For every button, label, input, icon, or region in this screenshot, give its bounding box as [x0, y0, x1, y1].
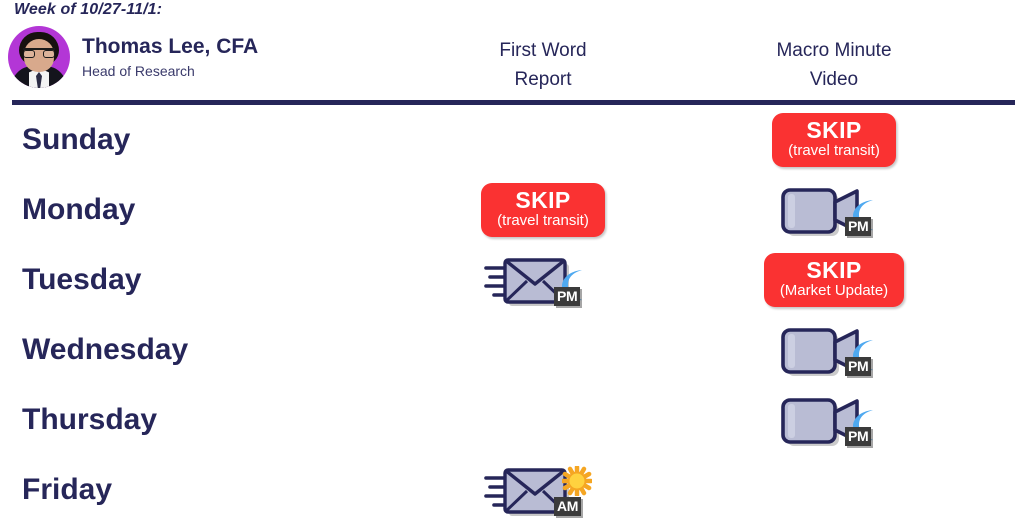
cell-first-word-wednesday: [437, 315, 649, 385]
table-row: Monday SKIP (travel transit) PM: [0, 175, 1024, 245]
avatar-glasses-icon: [23, 48, 55, 58]
table-row: Sunday SKIP (travel transit): [0, 105, 1024, 175]
analyst-block: Thomas Lee, CFA Head of Research: [8, 26, 258, 88]
avatar: [8, 26, 70, 88]
email-report-icon[interactable]: AM: [484, 462, 602, 518]
skip-badge[interactable]: SKIP (travel transit): [772, 113, 896, 167]
column-header-first-word-line2: Report: [514, 69, 572, 91]
column-header-first-word-line1: First Word: [499, 40, 587, 61]
column-header-first-word: First Word Report: [437, 36, 649, 95]
skip-reason: (travel transit): [788, 142, 880, 160]
skip-title: SKIP: [515, 187, 571, 214]
cell-first-word-monday: SKIP (travel transit): [437, 175, 649, 245]
skip-title: SKIP: [806, 117, 862, 144]
schedule-rows: Sunday SKIP (travel transit) Monday SKIP (tra…: [0, 105, 1024, 525]
table-row: Thursday PM: [0, 385, 1024, 455]
video-report-icon[interactable]: PM: [775, 182, 893, 238]
table-row: Friday AM: [0, 455, 1024, 525]
skip-badge[interactable]: SKIP (Market Update): [763, 253, 905, 307]
analyst-role: Head of Research: [82, 62, 195, 79]
cell-macro-minute-monday: PM: [723, 175, 945, 245]
time-of-day-tag: PM: [554, 287, 581, 306]
day-label-wednesday: Wednesday: [22, 333, 189, 366]
sun-icon: [562, 466, 592, 496]
cell-first-word-friday: AM: [437, 455, 649, 525]
cell-macro-minute-thursday: PM: [723, 385, 945, 455]
time-of-day-tag: PM: [845, 357, 872, 376]
day-label-friday: Friday: [22, 473, 113, 506]
column-header-macro-line1: Macro Minute: [776, 40, 892, 61]
skip-title: SKIP: [806, 257, 862, 284]
time-of-day-tag: PM: [845, 427, 872, 446]
column-header-macro-minute: Macro Minute Video: [723, 36, 945, 95]
skip-badge[interactable]: SKIP (travel transit): [481, 183, 605, 237]
day-label-monday: Monday: [22, 193, 136, 226]
cell-first-word-sunday: [437, 105, 649, 175]
skip-reason: (Market Update): [779, 282, 889, 300]
cell-macro-minute-tuesday: SKIP (Market Update): [723, 245, 945, 315]
cell-macro-minute-sunday: SKIP (travel transit): [723, 105, 945, 175]
cell-macro-minute-friday: [723, 455, 945, 525]
video-report-icon[interactable]: PM: [775, 392, 893, 448]
analyst-name: Thomas Lee, CFA: [82, 35, 259, 59]
time-of-day-tag: PM: [845, 217, 872, 236]
day-label-sunday: Sunday: [22, 123, 131, 156]
week-label: Week of 10/27-11/1:: [14, 1, 163, 18]
skip-reason: (travel transit): [497, 212, 589, 230]
table-row: Wednesday PM: [0, 315, 1024, 385]
time-of-day-tag: AM: [554, 497, 582, 516]
table-row: Tuesday PM SKIP (Market Update): [0, 245, 1024, 315]
cell-macro-minute-wednesday: PM: [723, 315, 945, 385]
email-report-icon[interactable]: PM: [484, 252, 602, 308]
day-label-tuesday: Tuesday: [22, 263, 142, 296]
cell-first-word-tuesday: PM: [437, 245, 649, 315]
video-report-icon[interactable]: PM: [775, 322, 893, 378]
column-header-macro-line2: Video: [809, 69, 859, 91]
sun-icon-svg: [562, 466, 592, 496]
cell-first-word-thursday: [437, 385, 649, 455]
day-label-thursday: Thursday: [22, 403, 158, 436]
analyst-text: Thomas Lee, CFA Head of Research: [82, 35, 258, 78]
